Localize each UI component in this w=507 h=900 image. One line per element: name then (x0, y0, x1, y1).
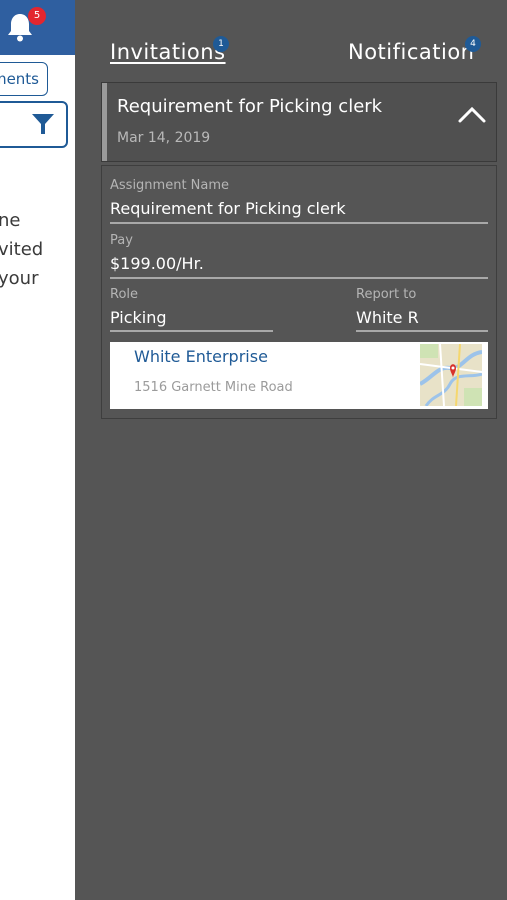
invitation-date: Mar 14, 2019 (117, 130, 211, 146)
location-card[interactable]: White Enterprise 1516 Garnett Mine Road (110, 342, 488, 409)
notifications-drawer: Invitations 1 Notification 4 Requirement… (75, 0, 507, 900)
notification-count-badge: 5 (28, 7, 46, 25)
tab-label: Notification (348, 40, 475, 64)
card-accent-bar (102, 83, 107, 161)
assignments-button[interactable]: ments (0, 62, 48, 96)
assignment-name-label: Assignment Name (110, 178, 230, 193)
filter-icon[interactable] (31, 112, 55, 136)
role-label: Role (110, 287, 139, 302)
field-divider (110, 330, 273, 332)
role-value: Picking (110, 308, 167, 327)
invitation-title: Requirement for Picking clerk (117, 96, 383, 117)
app-header: 5 (0, 0, 75, 55)
field-divider (356, 330, 488, 332)
tab-label: Invitations (110, 40, 226, 64)
message-line: vited (0, 239, 44, 260)
field-divider (110, 277, 488, 279)
background-screen: 5 ments ne vited your (0, 0, 75, 900)
report-to-label: Report to (356, 287, 417, 302)
invitation-details: Assignment Name Requirement for Picking … (101, 165, 497, 419)
invitations-count-badge: 1 (213, 36, 229, 52)
pay-label: Pay (110, 233, 133, 248)
chevron-up-icon[interactable] (457, 105, 487, 125)
company-address: 1516 Garnett Mine Road (134, 380, 293, 395)
empty-state-message: ne vited your (0, 206, 43, 293)
report-to-value: White R (356, 308, 419, 327)
message-line: ne (0, 210, 21, 231)
message-line: your (0, 268, 39, 289)
pay-value: $199.00/Hr. (110, 254, 204, 273)
assignment-name-value: Requirement for Picking clerk (110, 199, 346, 218)
tab-notification[interactable]: Notification (348, 40, 475, 64)
company-name: White Enterprise (134, 347, 268, 366)
invitation-card-header[interactable]: Requirement for Picking clerk Mar 14, 20… (101, 82, 497, 162)
tab-invitations[interactable]: Invitations (110, 40, 226, 64)
notification-count-badge: 4 (465, 36, 481, 52)
map-thumbnail-icon[interactable] (420, 344, 482, 406)
field-divider (110, 222, 488, 224)
